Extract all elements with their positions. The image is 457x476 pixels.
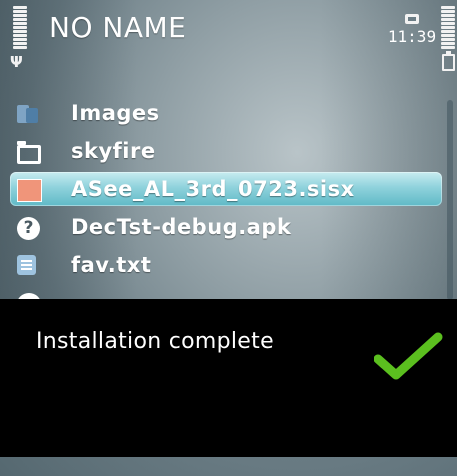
list-item-label: skyfire — [71, 139, 156, 163]
installation-notification: Installation complete — [9, 299, 457, 457]
unknown-file-icon: ? — [17, 217, 40, 240]
checkmark-icon — [374, 332, 443, 380]
text-file-icon — [17, 255, 36, 275]
file-list: Images skyfire ASee_AL_3rd_0723.sisx ? D… — [0, 95, 457, 323]
page-title: NO NAME — [49, 11, 187, 44]
clock-area: 11:39 — [386, 10, 438, 46]
battery-icon — [442, 51, 455, 71]
sisx-file-icon — [17, 179, 42, 202]
images-folder-icon — [17, 103, 41, 125]
clock: 11:39 — [387, 27, 437, 46]
list-item-sisx-selected[interactable]: ASee_AL_3rd_0723.sisx — [0, 171, 457, 209]
status-bar: Ψ NO NAME 11:39 — [0, 0, 457, 80]
list-item-label: fav.txt — [71, 253, 152, 277]
battery-level-icon — [441, 6, 455, 50]
popup-edge — [0, 299, 9, 457]
list-item-label: ASee_AL_3rd_0723.sisx — [71, 177, 355, 201]
memory-card-icon — [405, 14, 419, 24]
folder-icon — [17, 141, 41, 164]
list-item-label: Images — [71, 101, 160, 125]
list-item-label: DecTst-debug.apk — [71, 215, 292, 239]
phone-screen: Ψ NO NAME 11:39 Images skyfire ASee_AL_3… — [0, 0, 457, 476]
list-item-skyfire[interactable]: skyfire — [0, 133, 457, 171]
list-item-apk[interactable]: ? DecTst-debug.apk — [0, 209, 457, 247]
list-item-images[interactable]: Images — [0, 95, 457, 133]
list-item-fav-txt[interactable]: fav.txt — [0, 247, 457, 285]
signal-strength-icon — [13, 6, 27, 50]
scrollbar[interactable] — [447, 100, 453, 300]
notification-message: Installation complete — [36, 329, 274, 354]
antenna-icon: Ψ — [10, 53, 23, 71]
